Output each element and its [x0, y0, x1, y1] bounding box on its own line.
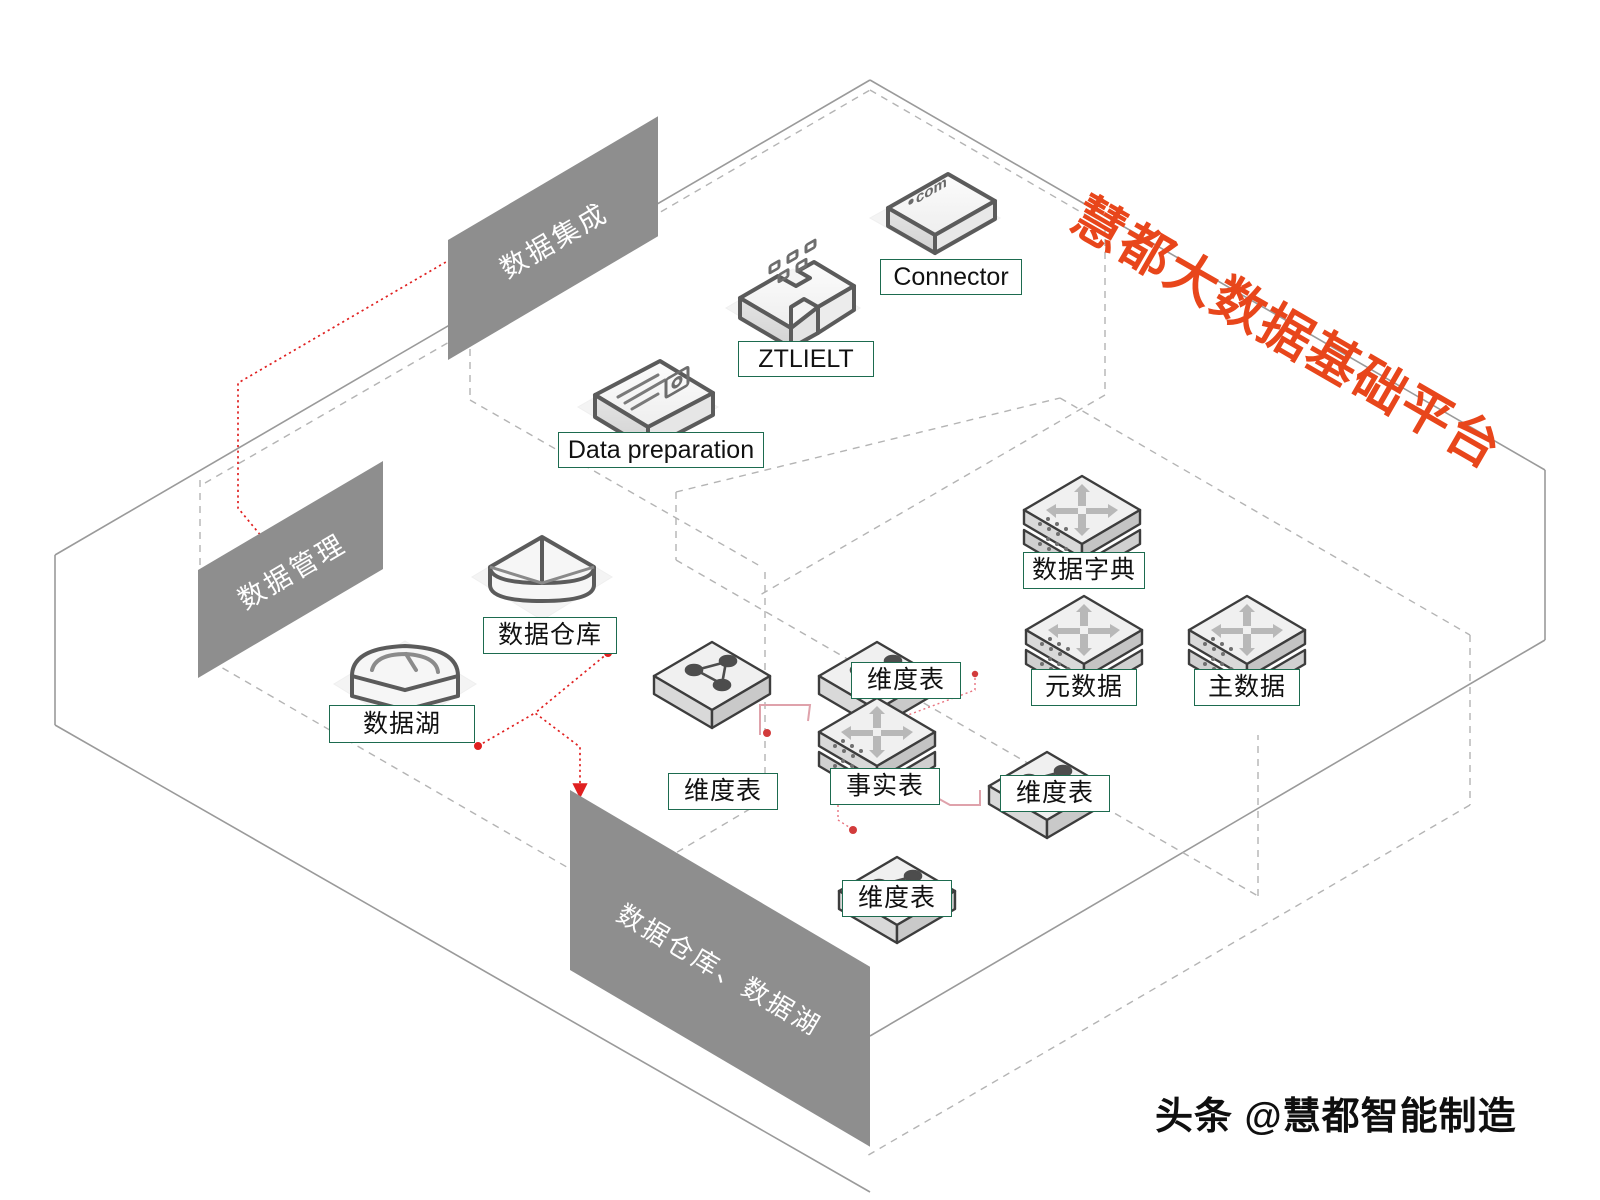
chip-dim-top-label: 维度表: [866, 666, 945, 694]
warehouse-cylinder-icon: [471, 534, 613, 621]
flow-lake-to-lakehouse: [474, 712, 536, 750]
chip-data-dictionary[interactable]: 数据字典: [1023, 552, 1145, 589]
chip-dim-bottom-label: 维度表: [857, 884, 936, 912]
chip-metadata-label: 元数据: [1044, 673, 1123, 701]
chip-dim-left[interactable]: 维度表: [668, 773, 778, 810]
chip-data-lake[interactable]: 数据湖: [329, 705, 475, 743]
chip-fact-table-label: 事实表: [845, 772, 924, 800]
diagram-canvas: com 数据集成 数据管理 数据仓库、数据湖 Connector ZTLIELT…: [0, 0, 1600, 1200]
chip-data-warehouse-label: 数据仓库: [497, 621, 602, 649]
chip-master-data[interactable]: 主数据: [1194, 669, 1300, 706]
banner-data-integration-label: 数据集成: [494, 196, 614, 284]
chip-master-data-label: 主数据: [1207, 673, 1286, 701]
chip-dim-bottom[interactable]: 维度表: [842, 880, 952, 917]
chip-data-preparation-label: Data preparation: [567, 435, 755, 464]
chip-fact-table[interactable]: 事实表: [830, 768, 940, 805]
chip-dim-left-label: 维度表: [683, 777, 762, 805]
chip-dim-top[interactable]: 维度表: [851, 662, 961, 699]
chip-ztlielt[interactable]: ZTLIELT: [738, 341, 874, 377]
chip-metadata[interactable]: 元数据: [1031, 669, 1137, 706]
chip-data-dictionary-label: 数据字典: [1031, 556, 1136, 584]
flow-warehouse-to-lakehouse: [533, 649, 612, 799]
footer-watermark-text: 头条 @慧都智能制造: [1155, 1096, 1517, 1138]
chip-ztlielt-label: ZTLIELT: [758, 344, 854, 373]
puzzle-block-icon: [725, 238, 861, 350]
chip-connector[interactable]: Connector: [880, 259, 1022, 295]
graph-node-icon: [652, 640, 772, 730]
chip-dim-right[interactable]: 维度表: [1000, 775, 1110, 812]
chip-connector-label: Connector: [893, 262, 1009, 291]
chip-data-preparation[interactable]: Data preparation: [558, 432, 764, 468]
chip-dim-right-label: 维度表: [1015, 779, 1094, 807]
dotcom-box-icon: com: [868, 172, 1002, 256]
chip-data-warehouse[interactable]: 数据仓库: [483, 617, 617, 654]
footer-watermark: 头条 @慧都智能制造: [1155, 1085, 1517, 1140]
chip-data-lake-label: 数据湖: [362, 709, 441, 738]
